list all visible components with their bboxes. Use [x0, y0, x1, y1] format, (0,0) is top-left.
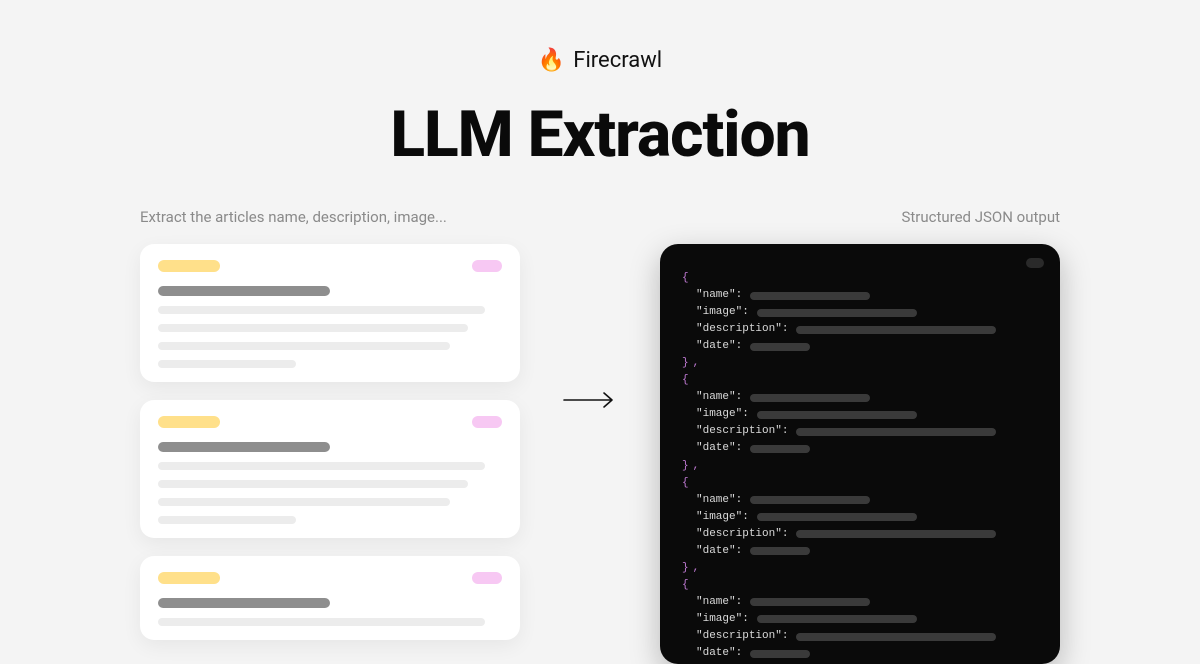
badge-pill [472, 572, 502, 584]
arrow [560, 208, 620, 416]
json-value-placeholder [796, 530, 996, 538]
badge-pill [472, 416, 502, 428]
title-placeholder [158, 286, 330, 296]
json-key: name [696, 492, 742, 509]
json-key: image [696, 611, 749, 628]
tag-pill [158, 260, 220, 272]
json-key: image [696, 406, 749, 423]
text-line [158, 342, 450, 350]
text-line [158, 480, 468, 488]
fire-icon: 🔥 [538, 48, 565, 73]
title-placeholder [158, 598, 330, 608]
json-value-placeholder [750, 547, 810, 555]
json-key: image [696, 304, 749, 321]
json-value-placeholder [757, 615, 917, 623]
brand-name: Firecrawl [573, 48, 662, 73]
json-key: description [696, 321, 788, 338]
json-value-placeholder [757, 411, 917, 419]
json-key: date [696, 543, 742, 560]
json-value-placeholder [796, 428, 996, 436]
tag-pill [158, 572, 220, 584]
text-line [158, 516, 296, 524]
text-line [158, 360, 296, 368]
text-line [158, 462, 485, 470]
window-control-icon [1026, 258, 1044, 268]
json-value-placeholder [750, 343, 810, 351]
text-line [158, 498, 450, 506]
page-title: LLM Extraction [0, 97, 1200, 172]
json-key: image [696, 509, 749, 526]
article-card [140, 244, 520, 382]
code-window: {nameimagedescriptiondate},{nameimagedes… [660, 244, 1060, 664]
json-output: {nameimagedescriptiondate},{nameimagedes… [682, 270, 1038, 664]
output-label: Structured JSON output [660, 208, 1060, 226]
json-value-placeholder [750, 496, 870, 504]
json-value-placeholder [750, 394, 870, 402]
output-column: Structured JSON output {nameimagedescrip… [660, 208, 1060, 664]
json-key: date [696, 440, 742, 457]
arrow-right-icon [562, 388, 618, 416]
json-key: name [696, 594, 742, 611]
tag-pill [158, 416, 220, 428]
json-key: description [696, 526, 788, 543]
json-key: date [696, 338, 742, 355]
title-placeholder [158, 442, 330, 452]
json-value-placeholder [796, 633, 996, 641]
json-value-placeholder [750, 598, 870, 606]
text-line [158, 324, 468, 332]
json-key: name [696, 389, 742, 406]
input-label: Extract the articles name, description, … [140, 208, 520, 226]
article-card [140, 400, 520, 538]
article-card [140, 556, 520, 640]
brand: 🔥 Firecrawl [538, 48, 662, 73]
json-value-placeholder [796, 326, 996, 334]
json-value-placeholder [757, 513, 917, 521]
json-key: description [696, 423, 788, 440]
input-column: Extract the articles name, description, … [140, 208, 520, 640]
json-value-placeholder [757, 309, 917, 317]
json-key: name [696, 287, 742, 304]
text-line [158, 618, 485, 626]
text-line [158, 306, 485, 314]
json-value-placeholder [750, 292, 870, 300]
badge-pill [472, 260, 502, 272]
json-value-placeholder [750, 445, 810, 453]
json-value-placeholder [750, 650, 810, 658]
json-key: description [696, 628, 788, 645]
